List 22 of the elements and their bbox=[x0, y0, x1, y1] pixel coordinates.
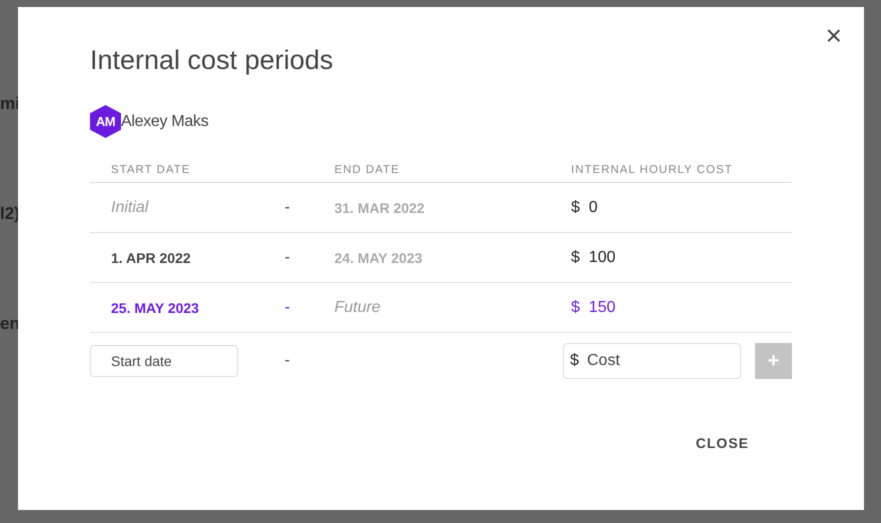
column-header: INTERNAL HOURLY COST bbox=[571, 164, 733, 176]
end-date: 31. MAR 2022 bbox=[334, 200, 425, 216]
currency-sign: $ bbox=[570, 352, 579, 370]
start-date: 1. APR 2022 bbox=[111, 250, 191, 266]
dash: - bbox=[284, 298, 290, 316]
dash: - bbox=[284, 352, 290, 369]
start-date: 25. MAY 2023 bbox=[111, 300, 199, 316]
start-date-field[interactable]: Start date bbox=[90, 345, 238, 377]
hourly-cost: $ 0 bbox=[571, 198, 598, 216]
close-button[interactable]: CLOSE bbox=[696, 427, 749, 459]
column-header: END DATE bbox=[334, 164, 400, 176]
hourly-cost: $ 100 bbox=[571, 248, 616, 266]
end-date: 24. MAY 2023 bbox=[334, 250, 422, 266]
dash: - bbox=[284, 248, 290, 266]
dialog-title: Internal cost periods bbox=[90, 45, 334, 76]
end-date: Future bbox=[334, 298, 381, 316]
avatar: AM bbox=[90, 105, 121, 138]
dash: - bbox=[284, 198, 290, 216]
user-name: Alexey Maks bbox=[121, 112, 208, 130]
start-date: Initial bbox=[111, 198, 148, 216]
column-header: START DATE bbox=[111, 164, 190, 176]
hourly-cost: $ 150 bbox=[571, 298, 616, 316]
